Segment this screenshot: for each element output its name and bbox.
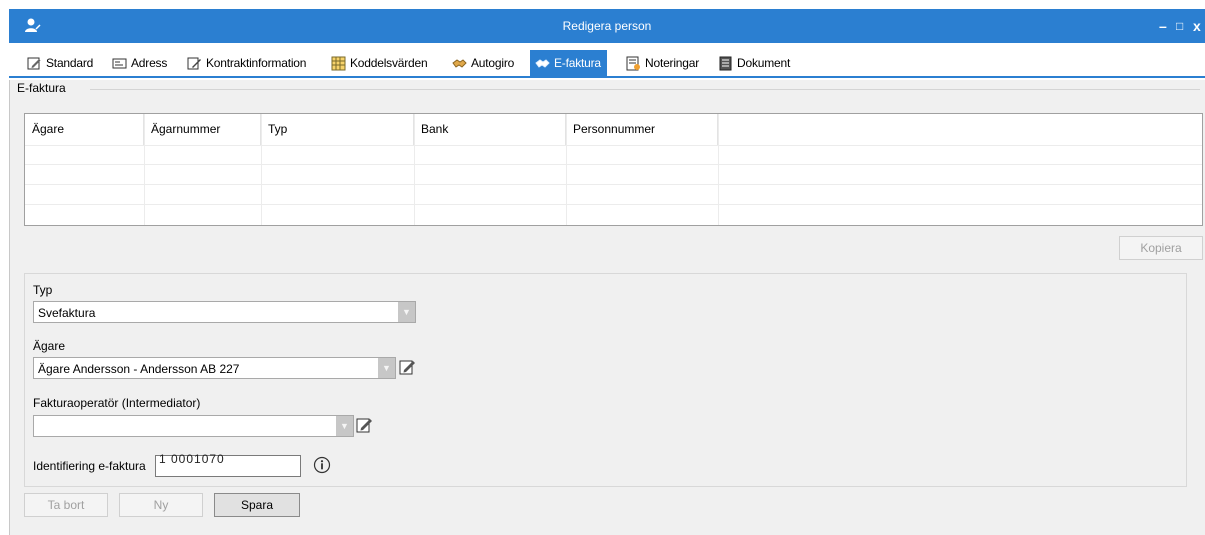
tab-label: Autogiro: [471, 56, 515, 70]
column-header-typ[interactable]: Typ: [261, 114, 414, 145]
agare-label: Ägare: [33, 339, 66, 353]
chevron-down-icon[interactable]: ▼: [378, 358, 395, 378]
delete-button[interactable]: Ta bort: [24, 493, 108, 517]
copy-button[interactable]: Kopiera: [1119, 236, 1203, 260]
window-title: Redigera person: [562, 19, 652, 33]
tab-noteringar[interactable]: Noteringar: [626, 50, 699, 76]
title-bar: Redigera person – □ x: [9, 9, 1205, 43]
identifiering-value: 1 0001070: [159, 452, 225, 466]
row-divider: [25, 145, 1202, 146]
edit-operator-icon[interactable]: [356, 416, 374, 434]
new-button[interactable]: Ny: [119, 493, 203, 517]
tab-label: Dokument: [737, 56, 791, 70]
minimize-button[interactable]: –: [1159, 17, 1167, 35]
edit-icon: [27, 57, 41, 69]
row-divider: [25, 184, 1202, 185]
agare-dropdown[interactable]: Ägare Andersson - Andersson AB 227 ▼: [33, 357, 396, 379]
tab-label: Kontraktinformation: [206, 56, 307, 70]
efaktura-table[interactable]: Ägare Ägarnummer Typ Bank Personnummer: [24, 113, 1203, 226]
column-header-personnummer[interactable]: Personnummer: [566, 114, 718, 145]
column-header-agare[interactable]: Ägare: [25, 114, 144, 145]
identifiering-label: Identifiering e-faktura: [33, 459, 146, 473]
handshake-icon: [452, 58, 467, 68]
column-divider: [566, 114, 567, 225]
typ-label: Typ: [33, 283, 53, 297]
column-header-agarnummer[interactable]: Ägarnummer: [144, 114, 261, 145]
info-icon[interactable]: [313, 456, 331, 474]
address-card-icon: [112, 58, 127, 68]
operator-label: Fakturaoperatör (Intermediator): [33, 396, 201, 410]
section-title: E-faktura: [17, 81, 66, 95]
tab-dokument[interactable]: Dokument: [718, 50, 790, 76]
tab-label: Standard: [46, 56, 94, 70]
column-divider: [718, 114, 719, 225]
tab-label: Noteringar: [645, 56, 700, 70]
chevron-down-icon[interactable]: ▼: [398, 302, 415, 322]
table-header: Ägare Ägarnummer Typ Bank Personnummer: [25, 114, 1202, 145]
close-button[interactable]: x: [1193, 17, 1201, 35]
column-divider: [144, 114, 145, 225]
tab-bar: Standard Adress Kontraktinformation Kodd…: [9, 50, 1205, 78]
row-divider: [25, 204, 1202, 205]
tab-adress[interactable]: Adress: [112, 50, 167, 76]
tab-label: Adress: [131, 56, 168, 70]
tab-koddelsvarden[interactable]: Koddelsvärden: [331, 50, 428, 76]
handshake-icon: [535, 58, 550, 68]
operator-dropdown[interactable]: ▼: [33, 415, 354, 437]
typ-dropdown[interactable]: Svefaktura ▼: [33, 301, 416, 323]
tab-efaktura[interactable]: E-faktura: [530, 50, 607, 76]
section-divider: [90, 89, 1200, 90]
column-divider: [261, 114, 262, 225]
tab-label: E-faktura: [554, 56, 601, 70]
tab-standard[interactable]: Standard: [27, 50, 93, 76]
agare-value: Ägare Andersson - Andersson AB 227: [38, 362, 240, 376]
identifiering-input[interactable]: 1 0001070: [155, 452, 301, 477]
tab-autogiro[interactable]: Autogiro: [452, 50, 514, 76]
notes-icon: [626, 56, 640, 70]
column-header-bank[interactable]: Bank: [414, 114, 566, 145]
tab-label: Koddelsvärden: [350, 56, 428, 70]
code-table-icon: [331, 56, 346, 70]
tab-kontraktinformation[interactable]: Kontraktinformation: [187, 50, 306, 76]
save-button[interactable]: Spara: [214, 493, 300, 517]
column-divider: [414, 114, 415, 225]
edit-agare-icon[interactable]: [399, 358, 417, 376]
document-icon: [719, 56, 732, 70]
maximize-button[interactable]: □: [1176, 17, 1183, 35]
typ-value: Svefaktura: [38, 306, 96, 320]
row-divider: [25, 164, 1202, 165]
contract-edit-icon: [187, 57, 201, 69]
chevron-down-icon[interactable]: ▼: [336, 416, 353, 436]
